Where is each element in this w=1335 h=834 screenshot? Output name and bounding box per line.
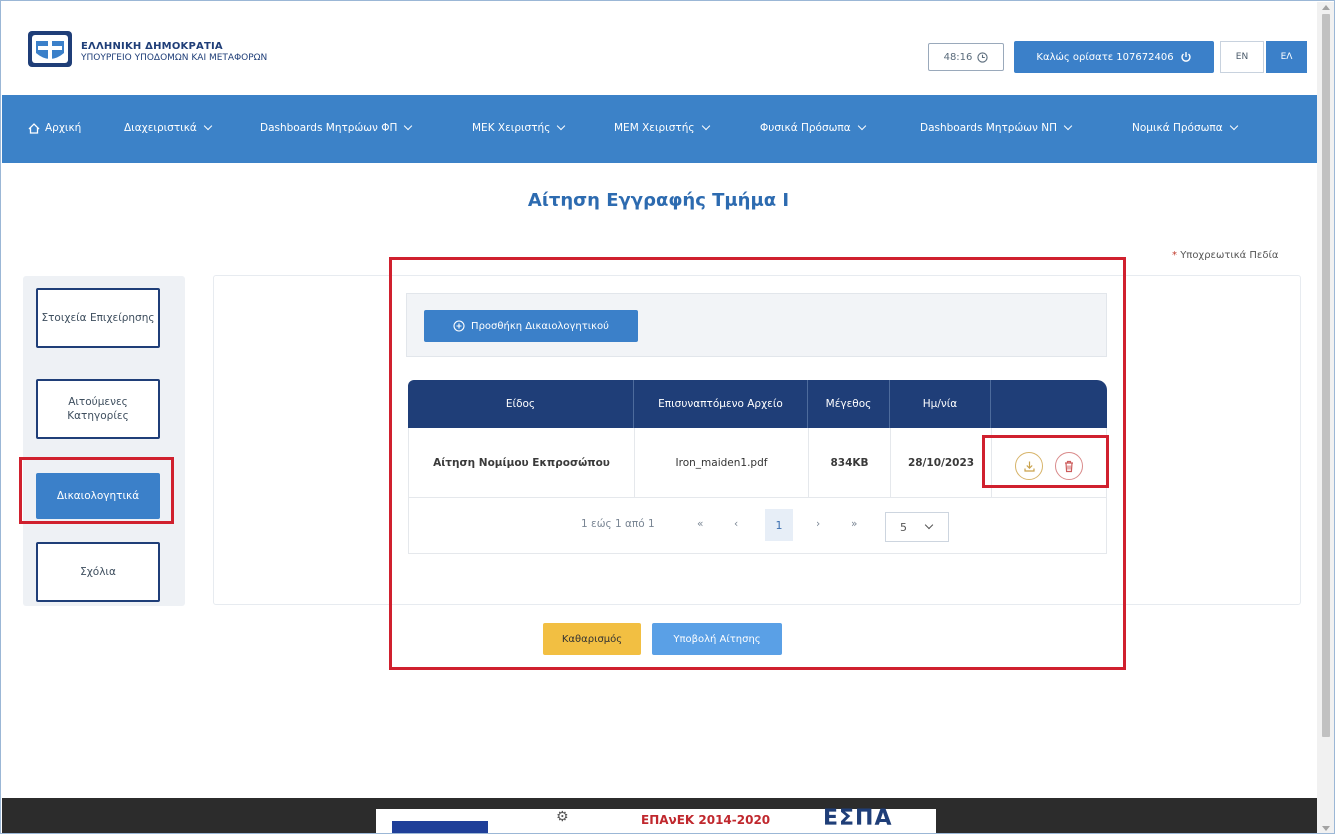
- user-welcome-button[interactable]: Καλώς ορίσατε 107672406: [1014, 41, 1214, 73]
- required-fields-label: Υποχρεωτικά Πεδία: [1180, 250, 1279, 261]
- org-name: ΕΛΛΗΝΙΚΗ ΔΗΜΟΚΡΑΤΙΑ: [81, 41, 223, 52]
- highlight-documents-step: [19, 457, 174, 524]
- nav-home-label: Αρχική: [45, 122, 82, 134]
- nav-management-label: Διαχειριστικά: [124, 122, 197, 134]
- nav-mek-operator-label: ΜΕΚ Χειριστής: [472, 122, 551, 134]
- epanek-logo-text: ΕΠΑνΕΚ 2014-2020: [641, 813, 771, 827]
- power-icon: [1180, 52, 1191, 62]
- espa-logo: ΕΣΠΑ: [823, 806, 893, 831]
- eu-flag-icon: [392, 821, 488, 833]
- session-timer: 48:16: [928, 43, 1004, 71]
- main-navbar: Αρχική Διαχειριστικά Dashboards Μητρώων …: [2, 95, 1317, 163]
- nav-dashboards-np[interactable]: Dashboards Μητρώων ΝΠ: [920, 121, 1073, 134]
- scroll-up-icon[interactable]: [1322, 5, 1330, 10]
- step-business-details[interactable]: Στοιχεία Επιχείρησης: [36, 288, 160, 348]
- highlight-row-actions: [982, 435, 1109, 488]
- nav-mem-operator-label: ΜΕΜ Χειριστής: [614, 122, 695, 134]
- site-header: ΕΛΛΗΝΙΚΗ ΔΗΜΟΚΡΑΤΙΑ ΥΠΟΥΡΓΕΙΟ ΥΠΟΔΟΜΩΝ Κ…: [2, 2, 1317, 95]
- lang-el-button[interactable]: ΕΛ: [1266, 41, 1307, 73]
- welcome-label: Καλώς ορίσατε 107672406: [1036, 51, 1174, 63]
- session-timer-value: 48:16: [943, 51, 973, 63]
- scroll-thumb[interactable]: [1322, 14, 1330, 737]
- nav-mem-operator[interactable]: ΜΕΜ Χειριστής: [614, 121, 710, 134]
- greek-seal-icon: ⚙: [556, 809, 569, 825]
- scroll-down-icon[interactable]: [1322, 826, 1330, 831]
- step-comments[interactable]: Σχόλια: [36, 542, 160, 602]
- nav-natural-persons-label: Φυσικά Πρόσωπα: [760, 122, 851, 134]
- nav-home[interactable]: Αρχική: [28, 122, 81, 134]
- nav-natural-persons[interactable]: Φυσικά Πρόσωπα: [760, 121, 866, 134]
- nav-dashboards-fp[interactable]: Dashboards Μητρώων ΦΠ: [260, 121, 413, 134]
- nav-dashboards-np-label: Dashboards Μητρώων ΝΠ: [920, 122, 1058, 134]
- chevron-down-icon: [1063, 121, 1073, 131]
- required-star: *: [1172, 250, 1177, 261]
- nav-legal-persons[interactable]: Νομικά Πρόσωπα: [1132, 121, 1238, 134]
- wizard-sidebar: Στοιχεία Επιχείρησης Αιτούμενες Κατηγορί…: [23, 276, 185, 606]
- home-icon: [28, 122, 40, 134]
- page-title: Αίτηση Εγγραφής Τμήμα Ι: [527, 190, 790, 211]
- chevron-down-icon: [857, 121, 866, 131]
- chevron-down-icon: [557, 121, 566, 131]
- nav-legal-persons-label: Νομικά Πρόσωπα: [1132, 122, 1223, 134]
- required-fields-note: * Υποχρεωτικά Πεδία: [1172, 250, 1278, 261]
- vertical-scrollbar[interactable]: [1317, 2, 1334, 833]
- lang-en-button[interactable]: EN: [1220, 41, 1264, 73]
- step-requested-categories[interactable]: Αιτούμενες Κατηγορίες: [36, 379, 160, 439]
- browser-frame: ΕΛΛΗΝΙΚΗ ΔΗΜΟΚΡΑΤΙΑ ΥΠΟΥΡΓΕΙΟ ΥΠΟΔΟΜΩΝ Κ…: [0, 0, 1335, 834]
- chevron-down-icon: [701, 121, 710, 131]
- nav-mek-operator[interactable]: ΜΕΚ Χειριστής: [472, 121, 566, 134]
- nav-management[interactable]: Διαχειριστικά: [124, 121, 213, 134]
- ministry-name: ΥΠΟΥΡΓΕΙΟ ΥΠΟΔΟΜΩΝ ΚΑΙ ΜΕΤΑΦΟΡΩΝ: [81, 53, 268, 63]
- chevron-down-icon: [404, 121, 413, 131]
- nav-dashboards-fp-label: Dashboards Μητρώων ΦΠ: [260, 122, 398, 134]
- greek-emblem-icon: [28, 31, 72, 67]
- chevron-down-icon: [203, 121, 213, 131]
- chevron-down-icon: [1229, 121, 1238, 131]
- clock-icon: [977, 51, 989, 63]
